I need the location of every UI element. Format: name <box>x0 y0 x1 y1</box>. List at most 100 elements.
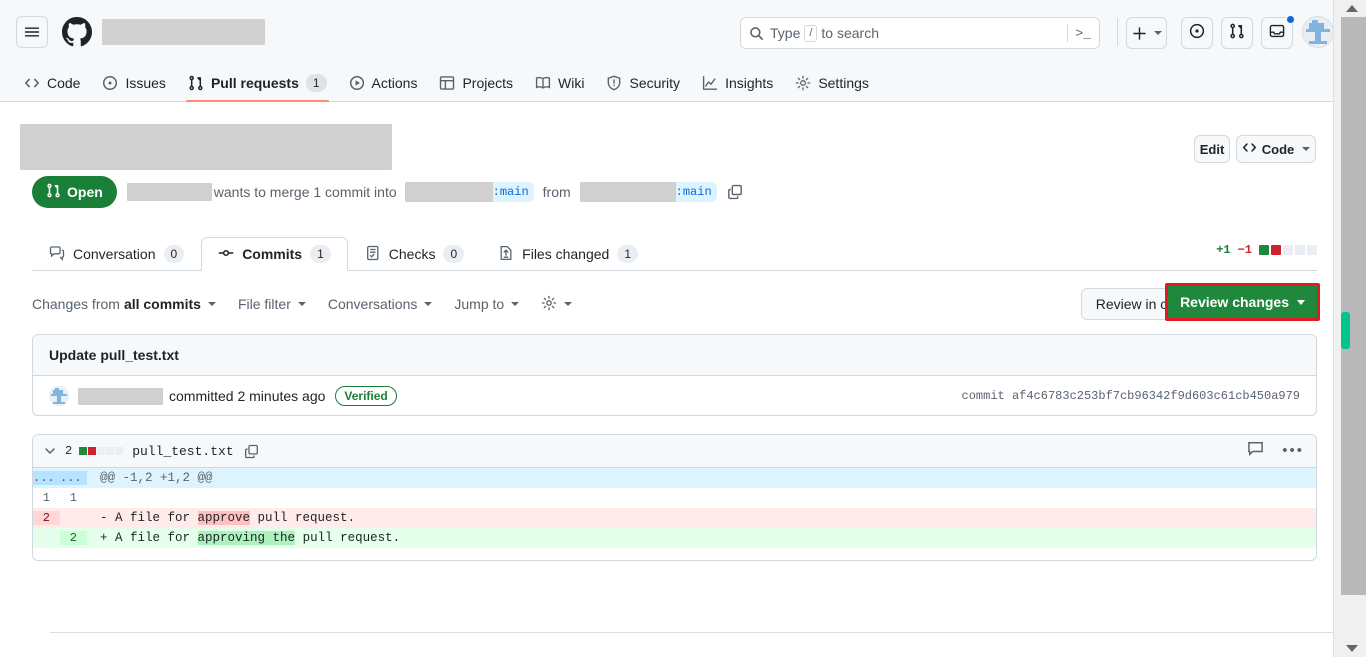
git-commit-icon <box>218 245 234 264</box>
diff-new-line: 2 <box>60 531 87 545</box>
head-branch-redacted <box>579 182 676 202</box>
merge-from-label: from <box>542 184 571 200</box>
head-branch-chip[interactable]: :main <box>579 182 717 202</box>
scroll-down-arrow-icon[interactable] <box>1346 645 1358 652</box>
avatar[interactable] <box>1302 16 1334 48</box>
diffstat-blocks <box>1259 245 1317 255</box>
chevron-down-icon <box>1302 147 1311 151</box>
code-icon <box>24 75 40 91</box>
nav-item-actions[interactable]: Actions <box>339 67 428 99</box>
file-name[interactable]: pull_test.txt <box>132 444 233 459</box>
file-change-count: 2 <box>65 444 73 458</box>
pr-author-redacted <box>126 183 212 201</box>
nav-item-pull-requests[interactable]: Pull requests 1 <box>178 67 337 102</box>
chevron-down-icon <box>424 302 433 306</box>
diff-code: @@ -1,2 +1,2 @@ <box>100 471 213 485</box>
checklist-icon <box>365 245 381 264</box>
nav-item-wiki[interactable]: Wiki <box>525 67 594 99</box>
user-avatar-icon <box>49 386 69 406</box>
commit-card: Update pull_test.txt committed 2 minutes… <box>32 334 1317 416</box>
graph-icon <box>702 75 718 91</box>
hamburger-menu-button[interactable] <box>16 16 48 48</box>
tab-label: Commits <box>242 246 303 262</box>
chevron-down-icon <box>207 302 216 306</box>
changes-from-dropdown[interactable]: Changes from all commits <box>32 296 216 312</box>
diff-old-line: 2 <box>33 511 60 525</box>
search-divider <box>1067 24 1069 42</box>
nav-item-issues[interactable]: Issues <box>92 67 175 99</box>
diff-settings-dropdown[interactable] <box>541 295 573 314</box>
diff-row-addition: 2 + A file for approving the pull reques… <box>33 528 1316 548</box>
chevron-down-icon <box>1153 31 1162 35</box>
comment-icon[interactable] <box>1247 440 1264 462</box>
nav-item-security[interactable]: Security <box>596 67 690 99</box>
nav-item-insights[interactable]: Insights <box>692 67 783 99</box>
notification-dot <box>1286 15 1295 24</box>
verified-badge[interactable]: Verified <box>335 386 397 406</box>
base-branch-chip[interactable]: :main <box>404 182 534 202</box>
tab-label: Checks <box>388 246 436 262</box>
edit-button[interactable]: Edit <box>1194 135 1230 163</box>
diffstat: +1 −1 <box>1216 243 1317 257</box>
scroll-up-arrow-icon[interactable] <box>1346 5 1358 12</box>
committer-avatar[interactable] <box>49 386 69 406</box>
tab-label: Files changed <box>522 246 610 262</box>
commit-sha[interactable]: commit af4c6783c253bf7cb96342f9d603c61cb… <box>962 389 1300 403</box>
inbox-icon <box>1269 23 1285 44</box>
copy-icon[interactable] <box>727 184 743 200</box>
tab-conversation[interactable]: Conversation 0 <box>32 237 201 271</box>
issues-button[interactable] <box>1181 17 1213 49</box>
user-avatar-icon <box>1303 17 1333 47</box>
tab-commits[interactable]: Commits 1 <box>201 237 348 271</box>
nav-label: Code <box>47 75 81 91</box>
terminal-icon[interactable]: >_ <box>1075 26 1091 41</box>
git-pull-request-icon <box>188 75 204 91</box>
diff-new-line: ... <box>60 471 87 485</box>
commit-sha-value: af4c6783c253bf7cb96342f9d603c61cb450a979 <box>1011 389 1300 403</box>
file-filter-dropdown[interactable]: File filter <box>238 296 306 312</box>
nav-item-code[interactable]: Code <box>14 67 90 99</box>
nav-item-projects[interactable]: Projects <box>429 67 523 99</box>
file-header-actions: ••• <box>1247 440 1304 462</box>
diff-old-line: ... <box>33 471 60 485</box>
github-logo-icon[interactable] <box>62 17 92 47</box>
search-input[interactable]: Type / to search >_ <box>740 17 1100 49</box>
kebab-horizontal-icon[interactable]: ••• <box>1282 443 1304 458</box>
diff-word-highlight: approve <box>197 511 251 525</box>
tab-files-changed[interactable]: Files changed 1 <box>481 237 655 271</box>
create-new-button[interactable] <box>1126 17 1167 49</box>
changes-from-value: all commits <box>123 296 201 312</box>
tab-count: 0 <box>443 245 465 263</box>
page-root: Type / to search >_ Code Issues Pull req… <box>0 0 1366 657</box>
nav-item-settings[interactable]: Settings <box>785 67 879 99</box>
base-branch-redacted <box>404 182 493 202</box>
notifications-button[interactable] <box>1261 15 1295 49</box>
chevron-down-icon[interactable] <box>43 444 57 458</box>
diff-prefix: - <box>100 511 116 525</box>
jump-to-dropdown[interactable]: Jump to <box>454 296 520 312</box>
diff-body: ... ... @@ -1,2 +1,2 @@ 1 1 2 - A file f… <box>33 468 1316 548</box>
pull-requests-button[interactable] <box>1221 17 1253 49</box>
nav-label: Insights <box>725 75 774 91</box>
copy-path-icon[interactable] <box>244 444 259 459</box>
scrollbar-thumb[interactable] <box>1341 17 1366 595</box>
file-diff-icon <box>498 245 514 264</box>
commit-message[interactable]: Update pull_test.txt <box>33 335 1316 376</box>
diffstat-deletions: −1 <box>1237 243 1252 257</box>
header-divider <box>1117 18 1118 46</box>
review-changes-button[interactable]: Review changes <box>1168 286 1317 318</box>
hamburger-icon <box>24 24 40 40</box>
commit-sha-label: commit <box>961 389 1005 403</box>
commit-meta-row: committed 2 minutes ago Verified commit … <box>33 376 1316 415</box>
gear-icon <box>541 295 557 314</box>
tab-count: 1 <box>617 245 639 263</box>
diff-old-line: 1 <box>42 491 50 505</box>
chevron-down-icon <box>1297 299 1305 305</box>
table-icon <box>439 75 455 91</box>
diff-text-pre: A file for <box>115 531 198 545</box>
code-dropdown-button[interactable]: Code <box>1236 135 1316 163</box>
conversations-dropdown[interactable]: Conversations <box>328 296 433 312</box>
tab-checks[interactable]: Checks 0 <box>348 237 481 271</box>
file-filter-label: File filter <box>237 296 291 312</box>
diff-row-context: 1 1 <box>33 488 1316 508</box>
